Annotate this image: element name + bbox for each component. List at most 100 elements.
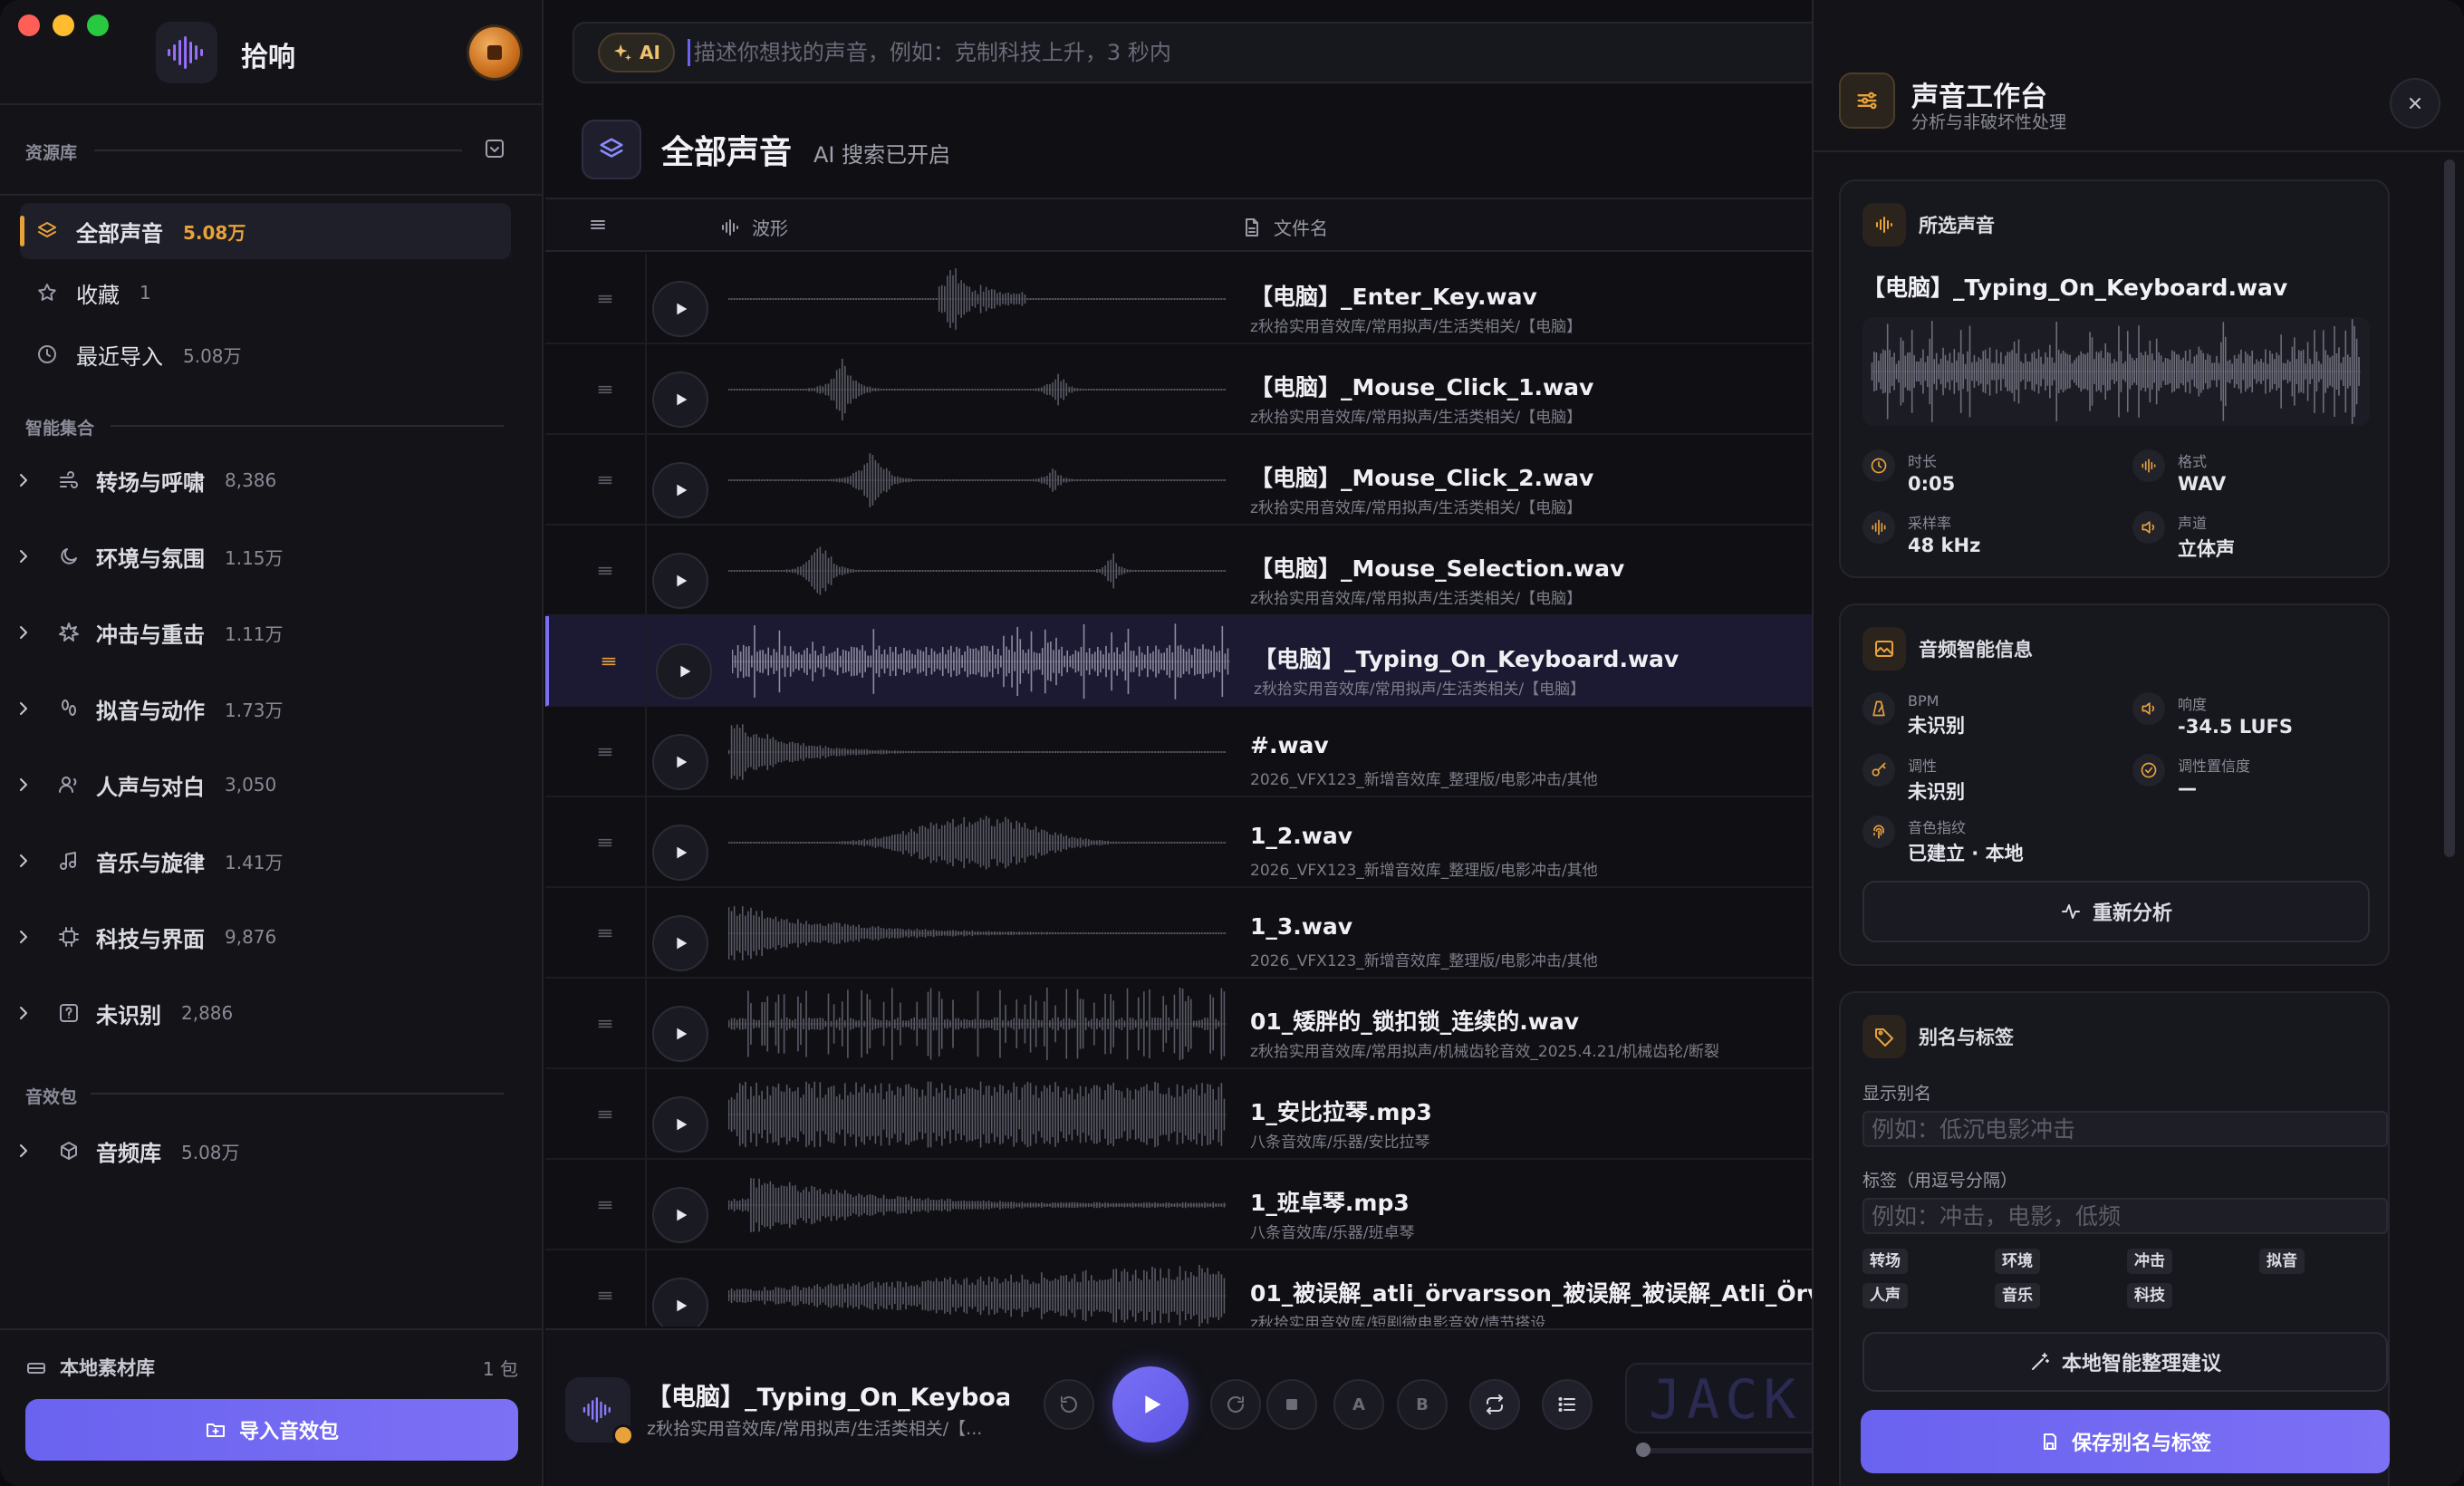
table-row[interactable]: 【电脑】_Mouse_Click_1.wav z秋拾实用音效库/常用拟声/生活类相… <box>545 344 1812 435</box>
category-footprints[interactable]: 拟音与动作 1.73万 <box>13 681 520 736</box>
drag-handle-icon[interactable] <box>596 471 614 489</box>
table-row[interactable]: 01_矮胖的_锁扣锁_连续的.wav z秋拾实用音效库/常用拟声/机械齿轮音效_2… <box>545 979 1812 1069</box>
row-waveform[interactable] <box>728 1075 1227 1154</box>
image-icon <box>1862 627 1906 671</box>
category-question-box[interactable]: 未识别 2,886 <box>13 986 520 1040</box>
drag-handle-icon[interactable] <box>596 290 614 308</box>
category-music-note[interactable]: 音乐与旋律 1.41万 <box>13 834 520 888</box>
row-play-button[interactable] <box>652 1006 708 1062</box>
tag-chip[interactable]: 转场 <box>1862 1249 1908 1274</box>
row-waveform[interactable] <box>728 1256 1227 1327</box>
ai-toggle[interactable]: AI <box>598 33 675 72</box>
save-alias-tags-button[interactable]: 保存别名与标签 <box>1861 1410 2390 1473</box>
table-row[interactable]: #.wav 2026_VFX123_新增音效库_整理版/电影冲击/其他 <box>545 707 1812 797</box>
row-play-button[interactable] <box>652 1096 708 1153</box>
drag-handle-icon[interactable] <box>596 381 614 399</box>
table-row[interactable]: 1_3.wav 2026_VFX123_新增音效库_整理版/电影冲击/其他 <box>545 888 1812 979</box>
row-play-button[interactable] <box>652 734 708 790</box>
smart-suggest-button[interactable]: 本地智能整理建议 <box>1862 1332 2388 1392</box>
drag-handle-icon[interactable] <box>596 924 614 942</box>
nav-all-sounds[interactable]: 全部声音 5.08万 <box>20 203 511 259</box>
local-library-label: 本地素材库 <box>60 1357 155 1379</box>
row-waveform[interactable] <box>728 803 1227 883</box>
tag-chip[interactable]: 拟音 <box>2259 1249 2305 1274</box>
row-waveform[interactable] <box>728 1165 1227 1245</box>
record-button[interactable] <box>469 27 520 78</box>
minimize-window-button[interactable] <box>53 14 74 36</box>
row-play-button[interactable] <box>656 643 712 700</box>
row-waveform[interactable] <box>732 622 1230 701</box>
row-waveform[interactable] <box>728 531 1227 611</box>
table-row[interactable]: 01_被误解_atli_örvarsson_被误解_被误解_Atli_Örvar… <box>545 1250 1812 1327</box>
table-row[interactable]: 1_2.wav 2026_VFX123_新增音效库_整理版/电影冲击/其他 <box>545 797 1812 888</box>
progress-handle[interactable] <box>1636 1443 1651 1457</box>
tags-input[interactable] <box>1862 1198 2388 1234</box>
row-waveform[interactable] <box>728 712 1227 792</box>
table-row[interactable]: 1_安比拉琴.mp3 八条音效库/乐器/安比拉琴 <box>545 1069 1812 1160</box>
wave-column-label: 波形 <box>752 217 788 239</box>
tag-chip[interactable]: 冲击 <box>2127 1249 2172 1274</box>
table-row[interactable]: 【电脑】_Enter_Key.wav z秋拾实用音效库/常用拟声/生活类相关/【电… <box>545 254 1812 344</box>
import-pack-button[interactable]: 导入音效包 <box>25 1399 518 1461</box>
search-input[interactable] <box>693 40 1690 65</box>
pack-audio-library[interactable]: 音频库 5.08万 <box>13 1124 520 1178</box>
ai-search-bar[interactable]: AI <box>573 22 1841 83</box>
row-waveform[interactable] <box>728 259 1227 339</box>
repeat-button[interactable] <box>1469 1379 1520 1430</box>
selected-waveform[interactable] <box>1862 317 2370 426</box>
drag-handle-icon[interactable] <box>596 1015 614 1033</box>
drag-handle-icon[interactable] <box>596 1287 614 1305</box>
panel-scrollbar[interactable] <box>2444 159 2455 857</box>
category-chip[interactable]: 科技与界面 9,876 <box>13 910 520 964</box>
reanalyze-button[interactable]: 重新分析 <box>1862 881 2370 942</box>
row-play-button[interactable] <box>652 462 708 518</box>
close-panel-button[interactable] <box>2390 78 2440 129</box>
row-play-button[interactable] <box>652 825 708 881</box>
zoom-window-button[interactable] <box>87 14 109 36</box>
drag-handle-icon[interactable] <box>596 1196 614 1214</box>
row-play-button[interactable] <box>652 281 708 337</box>
row-play-button[interactable] <box>652 1187 708 1243</box>
row-play-button[interactable] <box>652 372 708 428</box>
loop-a-button[interactable]: A <box>1333 1379 1384 1430</box>
drag-handle-icon[interactable] <box>596 834 614 852</box>
wave-column-header[interactable]: 波形 <box>719 214 788 240</box>
table-row[interactable]: 【电脑】_Mouse_Click_2.wav z秋拾实用音效库/常用拟声/生活类相… <box>545 435 1812 526</box>
category-moon[interactable]: 环境与氛围 1.15万 <box>13 529 520 584</box>
row-waveform[interactable] <box>728 984 1227 1064</box>
collapse-library-button[interactable] <box>484 138 505 159</box>
tag-chip[interactable]: 人声 <box>1862 1283 1908 1308</box>
table-row[interactable]: 1_班卓琴.mp3 八条音效库/乐器/班卓琴 <box>545 1160 1812 1250</box>
forward-button[interactable] <box>1210 1379 1261 1430</box>
row-waveform[interactable] <box>728 440 1227 520</box>
drag-handle-icon[interactable] <box>596 562 614 580</box>
play-button[interactable] <box>1112 1366 1189 1443</box>
nav-recent-imports[interactable]: 最近导入 5.08万 <box>20 326 511 382</box>
row-play-button[interactable] <box>652 1278 708 1327</box>
nav-favorites[interactable]: 收藏 1 <box>20 265 511 321</box>
name-column-header[interactable]: 文件名 <box>1241 214 1328 240</box>
tag-chip[interactable]: 音乐 <box>1995 1283 2040 1308</box>
rewind-button[interactable] <box>1044 1379 1094 1430</box>
table-row[interactable]: 【电脑】_Typing_On_Keyboard.wav z秋拾实用音效库/常用拟声… <box>545 616 1812 707</box>
row-waveform[interactable] <box>728 350 1227 429</box>
close-window-button[interactable] <box>18 14 40 36</box>
loop-b-button[interactable]: B <box>1397 1379 1448 1430</box>
category-burst[interactable]: 冲击与重击 1.11万 <box>13 605 520 660</box>
tag-chip[interactable]: 环境 <box>1995 1249 2040 1274</box>
queue-button[interactable] <box>1542 1379 1593 1430</box>
drag-handle-icon[interactable] <box>596 1105 614 1124</box>
category-person-voice[interactable]: 人声与对白 3,050 <box>13 757 520 812</box>
category-wind[interactable]: 转场与呼啸 8,386 <box>13 453 520 507</box>
tag-chip[interactable]: 科技 <box>2127 1283 2172 1308</box>
row-waveform[interactable] <box>728 893 1227 973</box>
stop-button[interactable] <box>1266 1379 1317 1430</box>
row-play-button[interactable] <box>652 553 708 609</box>
alias-input[interactable] <box>1862 1111 2388 1147</box>
row-play-button[interactable] <box>652 915 708 971</box>
table-row[interactable]: 【电脑】_Mouse_Selection.wav z秋拾实用音效库/常用拟声/生活… <box>545 526 1812 616</box>
drag-handle-icon[interactable] <box>596 743 614 761</box>
file-name: 1_安比拉琴.mp3 <box>1250 1099 1432 1125</box>
progress-slider[interactable] <box>1636 1443 1823 1457</box>
drag-handle-icon[interactable] <box>600 652 618 671</box>
